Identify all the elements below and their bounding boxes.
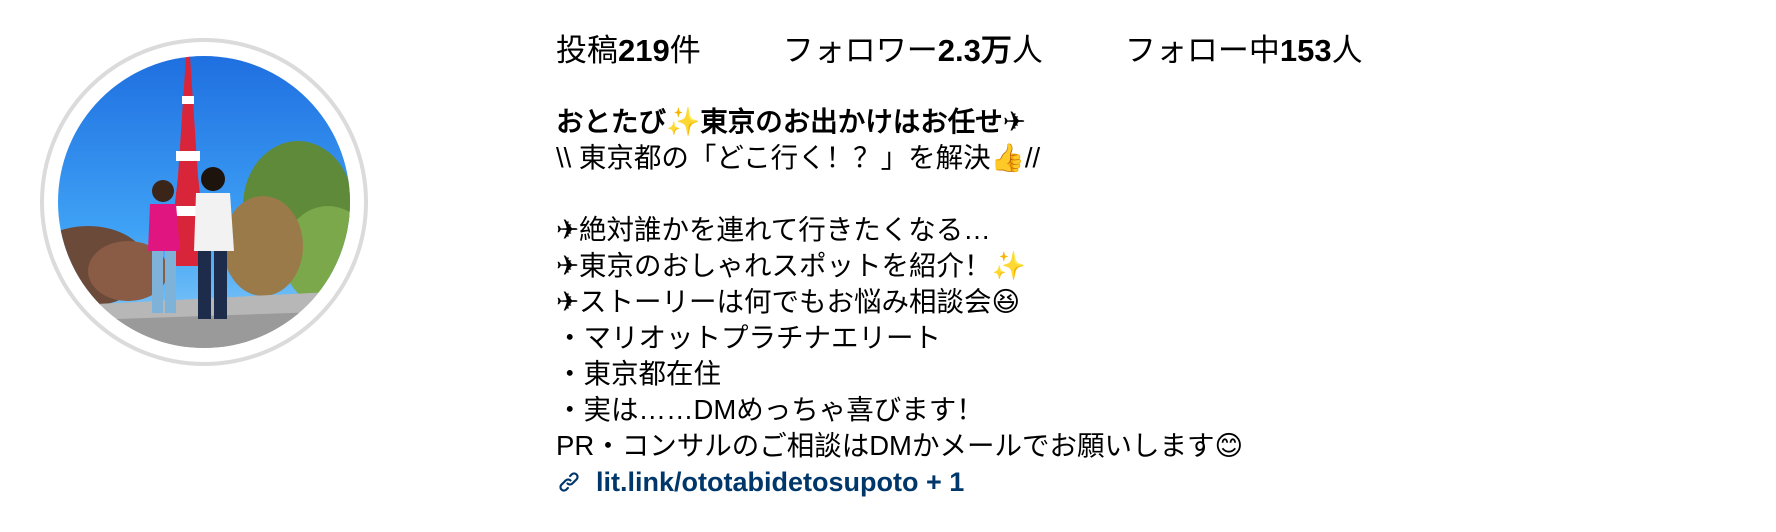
avatar-ring[interactable] bbox=[40, 38, 368, 366]
profile-bio: おとたび✨東京のお出かけはお任せ✈ \\ 東京都の「どこ行く！？」を解決👍// … bbox=[556, 104, 1736, 500]
bio-line: ・実は……DMめっちゃ喜びます！ bbox=[556, 394, 984, 425]
following-suffix: 人 bbox=[1331, 32, 1363, 68]
bio-line: \\ 東京都の「どこ行く！？」を解決👍// bbox=[556, 142, 1041, 173]
profile-name: おとたび✨東京のお出かけはお任せ✈ bbox=[556, 106, 1026, 137]
following-label: フォロー中 bbox=[1124, 32, 1280, 68]
bio-line-blank bbox=[556, 176, 1736, 212]
profile-photo-icon bbox=[58, 56, 350, 348]
profile-header: 投稿 219 件 フォロワー 2.3万人 フォロー中 153 人 おとたび✨東京のお出かけ… bbox=[0, 0, 1776, 532]
link-icon bbox=[556, 469, 582, 495]
posts-count: 219 bbox=[618, 32, 670, 68]
bio-line: ・東京都在住 bbox=[556, 358, 721, 389]
followers-suffix: 人 bbox=[1011, 32, 1043, 68]
followers-stat[interactable]: フォロワー 2.3万人 bbox=[783, 25, 1043, 70]
posts-label: 投稿 bbox=[556, 32, 618, 68]
bio-line: ✈ストーリーは何でもお悩み相談会😆 bbox=[556, 286, 1021, 317]
posts-stat[interactable]: 投稿 219 件 bbox=[556, 25, 701, 70]
avatar[interactable] bbox=[58, 56, 350, 348]
posts-suffix: 件 bbox=[669, 32, 701, 68]
bio-line: ✈絶対誰かを連れて行きたくなる… bbox=[556, 214, 991, 245]
bio-line: ・マリオットプラチナエリート bbox=[556, 322, 941, 353]
bio-line: PR・コンサルのご相談はDMかメールでお願いします😊 bbox=[556, 430, 1244, 461]
bio-link-row[interactable]: lit.link/ototabidetosupoto + 1 bbox=[556, 464, 1736, 500]
bio-link[interactable]: lit.link/ototabidetosupoto + 1 bbox=[596, 464, 964, 500]
profile-stats: 投稿 219 件 フォロワー 2.3万人 フォロー中 153 人 bbox=[556, 26, 1363, 68]
followers-count: 2.3万 bbox=[937, 32, 1012, 68]
followers-label: フォロワー bbox=[782, 32, 938, 68]
following-count: 153 bbox=[1279, 32, 1332, 68]
following-stat[interactable]: フォロー中 153 人 bbox=[1125, 25, 1363, 70]
bio-line: ✈東京のおしゃれスポットを紹介！✨ bbox=[556, 250, 1026, 281]
